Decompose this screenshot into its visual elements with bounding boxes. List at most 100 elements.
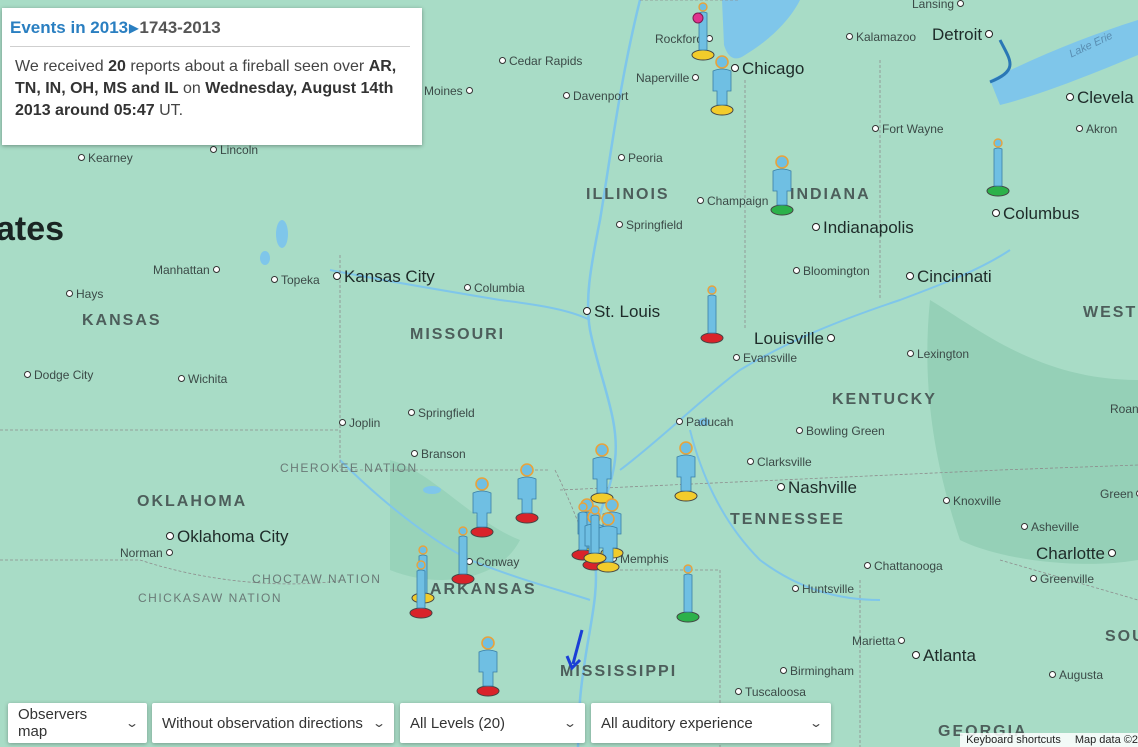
directions-select[interactable]: Without observation directions ⌄: [152, 703, 394, 743]
city-label: Knoxville: [943, 495, 1001, 507]
chevron-down-icon: ⌄: [808, 716, 824, 730]
city-label: Bowling Green: [796, 425, 885, 437]
city-label: Davenport: [563, 90, 628, 102]
city-label: Champaign: [697, 195, 768, 207]
city-label: Kansas City: [333, 268, 435, 285]
observer-marker[interactable]: [691, 0, 715, 62]
events-range: 1743-2013: [139, 18, 221, 37]
city-label: Lexington: [907, 348, 969, 360]
city-label: Wichita: [178, 373, 227, 385]
city-label: Bloomington: [793, 265, 870, 277]
region-label: CHEROKEE NATION: [280, 461, 418, 475]
city-label: Asheville: [1021, 521, 1079, 533]
city-label: Columbia: [464, 282, 525, 294]
city-label: Huntsville: [792, 583, 854, 595]
city-label: Marietta: [852, 635, 905, 647]
summary-text: reports about a fireball seen over: [125, 58, 369, 75]
city-label: Lincoln: [210, 144, 258, 156]
city-label: Chattanooga: [864, 560, 943, 572]
observer-marker[interactable]: [515, 463, 539, 525]
city-label: Louisville: [754, 330, 835, 347]
city-label: Roan: [1110, 403, 1138, 415]
city-label: Kalamazoo: [846, 31, 916, 43]
city-label: Akron: [1076, 123, 1117, 135]
observer-marker[interactable]: [590, 443, 614, 505]
keyboard-shortcuts-link[interactable]: Keyboard shortcuts: [966, 734, 1061, 746]
city-label: Detroit: [932, 26, 993, 43]
city-label: Augusta: [1049, 669, 1103, 681]
city-label: Nashville: [777, 479, 857, 496]
state-label: ILLINOIS: [586, 186, 670, 203]
city-label: Evansville: [733, 352, 797, 364]
city-label: Joplin: [339, 417, 380, 429]
observer-marker[interactable]: [710, 55, 734, 117]
city-label: Lansing: [912, 0, 964, 10]
city-label: Clevela: [1066, 89, 1134, 106]
pin-icon[interactable]: [692, 12, 704, 24]
city-label: Charlotte: [1036, 545, 1116, 562]
map-data-link[interactable]: Map data ©2: [1075, 734, 1138, 746]
observer-marker[interactable]: [583, 503, 607, 565]
city-label: Kearney: [78, 152, 133, 164]
region-label: CHOCTAW NATION: [252, 572, 382, 586]
state-label: ARKANSAS: [430, 581, 537, 598]
city-label: Naperville: [636, 72, 699, 84]
observer-marker[interactable]: [986, 136, 1010, 198]
city-label: Springfield: [408, 407, 475, 419]
city-label: Dodge City: [24, 369, 93, 381]
city-label: Clarksville: [747, 456, 812, 468]
city-label: Cedar Rapids: [499, 55, 582, 67]
levels-select[interactable]: All Levels (20) ⌄: [400, 703, 585, 743]
state-label: INDIANA: [790, 186, 871, 203]
observer-marker[interactable]: [676, 562, 700, 624]
observer-marker[interactable]: [476, 636, 500, 698]
observer-marker[interactable]: [409, 558, 433, 620]
event-summary: We received 20 reports about a fireball …: [10, 56, 410, 122]
city-label: Topeka: [271, 274, 320, 286]
city-label: Indianapolis: [812, 219, 914, 236]
event-info-card: Events in 2013 ▶ 1743-2013 We received 2…: [2, 8, 422, 145]
map-type-select[interactable]: Observers map ⌄: [8, 703, 147, 743]
observer-marker[interactable]: [770, 155, 794, 217]
summary-text: UT.: [154, 102, 184, 119]
chevron-down-icon: ⌄: [124, 716, 140, 730]
city-label: Cincinnati: [906, 268, 992, 285]
breadcrumb-arrow-icon: ▶: [129, 21, 139, 35]
city-label: Norman: [120, 547, 173, 559]
observer-marker[interactable]: [451, 524, 475, 586]
region-label: CHICKASAW NATION: [138, 591, 283, 605]
city-label: Oklahoma City: [166, 528, 288, 545]
city-label: Springfield: [616, 219, 683, 231]
chevron-down-icon: ⌄: [562, 716, 578, 730]
city-label: Hays: [66, 288, 103, 300]
directions-value: Without observation directions: [162, 714, 363, 732]
city-label: Paducah: [676, 416, 733, 428]
city-label: Moines: [424, 85, 473, 97]
state-label: MISSOURI: [410, 326, 506, 343]
state-label: SOUTH CAROLINA: [1105, 628, 1138, 645]
direction-arrow-icon: [565, 629, 584, 671]
city-label: Chicago: [731, 60, 804, 77]
city-label: Manhattan: [153, 264, 220, 276]
observer-marker[interactable]: [700, 283, 724, 345]
city-label: Tuscaloosa: [735, 686, 806, 698]
report-count: 20: [108, 58, 126, 75]
map-attribution: Keyboard shortcuts Map data ©2: [960, 733, 1138, 747]
city-label: Fort Wayne: [872, 123, 944, 135]
auditory-select[interactable]: All auditory experience ⌄: [591, 703, 831, 743]
auditory-value: All auditory experience: [601, 714, 753, 732]
summary-text: on: [178, 80, 206, 97]
city-label: Peoria: [618, 152, 663, 164]
state-label: TENNESSEE: [730, 511, 845, 528]
events-year-link[interactable]: Events in 2013: [10, 18, 128, 38]
event-info-header: Events in 2013 ▶ 1743-2013: [10, 18, 410, 47]
state-label: WEST VIRGINIA: [1083, 304, 1138, 321]
country-label: ates: [0, 210, 65, 248]
map-type-value: Observers map: [18, 706, 88, 740]
city-label: St. Louis: [583, 303, 660, 320]
summary-text: We received: [15, 58, 109, 75]
city-label: Birmingham: [780, 665, 854, 677]
city-label: Columbus: [992, 205, 1080, 222]
state-label: KENTUCKY: [832, 391, 937, 408]
observer-marker[interactable]: [674, 441, 698, 503]
